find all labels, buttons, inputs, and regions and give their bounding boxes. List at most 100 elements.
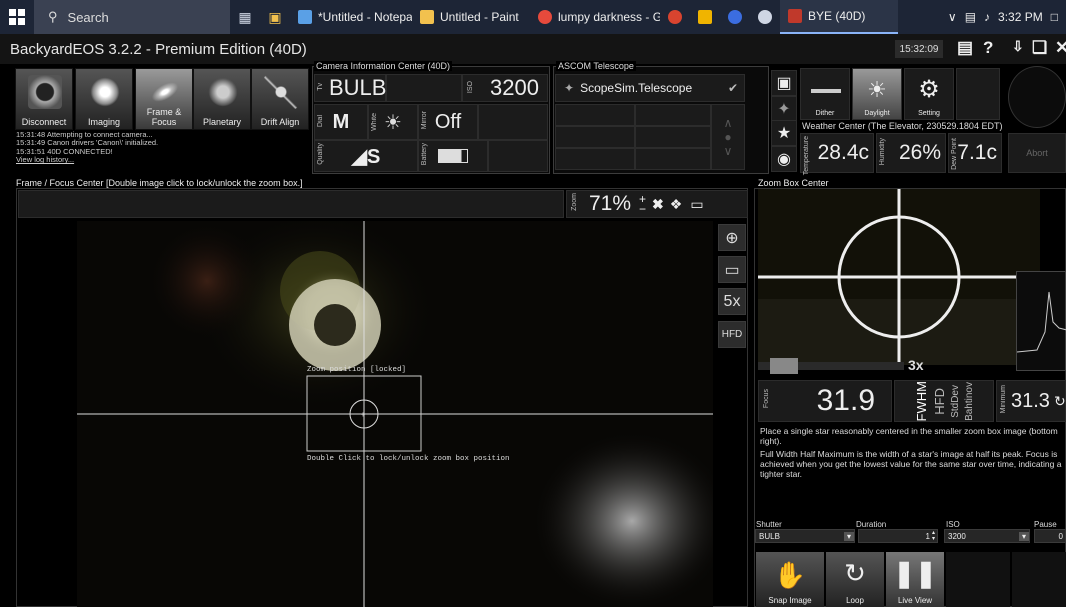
restore-icon[interactable]: ❏ (1032, 38, 1047, 58)
app-chart-icon[interactable] (690, 0, 720, 34)
file-explorer-icon[interactable]: ▣ (260, 0, 290, 34)
snap-image-button[interactable]: ✋ Snap Image (756, 552, 824, 607)
planetary-label: Planetary (202, 117, 242, 127)
network-icon[interactable]: ▤ (965, 10, 976, 24)
planet-icon (206, 75, 240, 109)
tab-stddev[interactable]: StdDev (950, 385, 961, 418)
live-view-image[interactable]: + Zoom position [locked] Double Click to… (77, 221, 713, 607)
tab-bahtinov[interactable]: Bahtinov (964, 382, 975, 421)
imaging-button[interactable]: Imaging (75, 68, 133, 130)
disconnect-label: Disconnect (21, 117, 67, 127)
planetary-button[interactable]: Planetary (193, 68, 251, 130)
lock-icon[interactable]: ▤ (957, 38, 973, 58)
task-view-icon[interactable]: ▦ (230, 0, 260, 34)
app-blue-icon[interactable] (720, 0, 750, 34)
search-icon: ⚲ (48, 9, 58, 24)
duration-label: Duration (856, 520, 887, 529)
slew-pad[interactable]: ∧ ● ∨ (711, 104, 745, 170)
live-view-button[interactable]: ❚❚ Live View (886, 552, 944, 607)
telescope-selector[interactable]: ✦ ScopeSim.Telescope ✔ (555, 74, 745, 102)
dither-button[interactable]: Dither (800, 68, 850, 120)
expand-icon[interactable]: ❖ (670, 196, 683, 213)
pause-label: Pause (1034, 520, 1057, 529)
taskbar-search[interactable]: ⚲ Search (34, 0, 230, 34)
pause-stepper[interactable]: 0 (1034, 529, 1066, 543)
stepper-icon[interactable]: ▴ ▾ (932, 530, 935, 542)
hfd-button[interactable]: HFD (718, 321, 746, 348)
fit-icon[interactable]: ✖ (652, 196, 664, 213)
iso-select[interactable]: 3200 ▾ (944, 529, 1030, 543)
slew-stop-icon[interactable]: ● (724, 130, 731, 144)
zoom-slider-handle[interactable] (770, 358, 798, 374)
daylight-button[interactable]: ☀ Daylight (852, 68, 902, 120)
chevron-up-icon[interactable]: ∨ (948, 10, 957, 24)
iso-capture-label: ISO (946, 520, 960, 529)
imaging-label: Imaging (87, 117, 121, 127)
zoom-5x-button[interactable]: 5x (718, 288, 746, 315)
gear-icon: ⚙ (918, 76, 940, 103)
close-icon[interactable]: ✕ (1055, 38, 1066, 58)
crosshair-icon: ⊕ (725, 229, 739, 247)
svg-text:+: + (893, 265, 906, 290)
star-icon[interactable]: ★ (771, 120, 797, 146)
frame-rect-button[interactable]: ▭ (718, 256, 746, 283)
app-red-icon[interactable] (660, 0, 690, 34)
camera-capture-icon[interactable]: ▣ (771, 70, 797, 96)
minimize-icon[interactable]: ⇩ (1012, 38, 1024, 55)
disconnect-button[interactable]: Disconnect (15, 68, 73, 130)
log-panel: 15:31:48 Attempting to connect camera...… (16, 130, 158, 165)
abort-button[interactable]: Abort (1008, 133, 1066, 173)
humidity-cell: Humidity 26% (876, 133, 946, 173)
quality-cell[interactable]: Quality ◢S (314, 140, 418, 172)
view-log-history-link[interactable]: View log history... (16, 155, 158, 164)
weather-title: Weather Center (The Elevator, 230529.180… (802, 121, 1003, 131)
zoom-stepper[interactable]: + − (639, 193, 646, 215)
svg-text:+: + (361, 410, 366, 419)
monitor-icon[interactable]: ▭ (690, 196, 703, 213)
taskbar-chrome[interactable]: lumpy darkness - Go... (530, 0, 660, 34)
taskbar-backyardeos[interactable]: BYE (40D) (780, 0, 898, 34)
slew-down-icon[interactable]: ∨ (724, 144, 733, 158)
drift-align-button[interactable]: Drift Align (251, 68, 309, 130)
taskbar-paint[interactable]: Untitled - Paint (412, 0, 530, 34)
target-icon[interactable]: ◉ (771, 146, 797, 172)
dial-cell[interactable]: Dial M (314, 104, 368, 140)
drift-align-icon (264, 75, 298, 109)
frame-focus-button[interactable]: Frame & Focus (135, 68, 193, 130)
setting-button[interactable]: ⚙ Setting (904, 68, 954, 120)
help-icon[interactable]: ? (983, 38, 993, 58)
iso-cell[interactable]: ISO 3200 (462, 74, 548, 102)
dew-point-value: 7.1c (957, 141, 997, 164)
setting-blank (956, 68, 1000, 120)
crosshair-button[interactable]: ⊕ (718, 224, 746, 251)
refresh-icon[interactable]: ↻ (1054, 393, 1066, 410)
shutter-select[interactable]: BULB ▾ (755, 529, 855, 543)
tab-hfd[interactable]: HFD (932, 388, 947, 415)
chevron-down-icon[interactable]: ▾ (1019, 531, 1029, 541)
shutter-cell[interactable]: Tv BULB (314, 74, 386, 102)
histogram-svg (1016, 291, 1066, 353)
pointer-icon[interactable]: ✦ (771, 96, 797, 122)
loop-button[interactable]: ↻ Loop (826, 552, 884, 607)
duration-stepper[interactable]: 1 ▴ ▾ (858, 529, 938, 543)
focus-metric-tabs: FWHM HFD StdDev Bahtinov (894, 380, 994, 422)
white-balance-cell[interactable]: White ☀ (368, 104, 418, 140)
chevron-down-icon[interactable]: ▾ (844, 531, 854, 541)
live-view-svg: + (77, 221, 713, 607)
taskbar: ⚲ Search ▦ ▣ *Untitled - Notepad Untitle… (0, 0, 1066, 34)
ascom-field-2 (635, 104, 711, 126)
hand-icon: ✋ (773, 560, 807, 590)
windows-start-icon[interactable] (0, 0, 34, 34)
app-steam-icon[interactable] (750, 0, 780, 34)
focus-label: Focus (763, 389, 770, 409)
tab-fwhm[interactable]: FWHM (914, 381, 929, 421)
connect-check-icon[interactable]: ✔ (728, 81, 738, 95)
taskbar-notepad[interactable]: *Untitled - Notepad (290, 0, 412, 34)
zoom-box-image[interactable]: + (758, 189, 1040, 365)
slew-up-icon[interactable]: ∧ (724, 116, 733, 130)
backyardeos-icon (788, 9, 802, 23)
notification-icon[interactable]: □ (1051, 10, 1058, 24)
mirror-cell[interactable]: Mirror Off (418, 104, 478, 140)
app-clock: 15:32:09 (895, 40, 943, 58)
volume-icon[interactable]: ♪ (984, 10, 990, 24)
